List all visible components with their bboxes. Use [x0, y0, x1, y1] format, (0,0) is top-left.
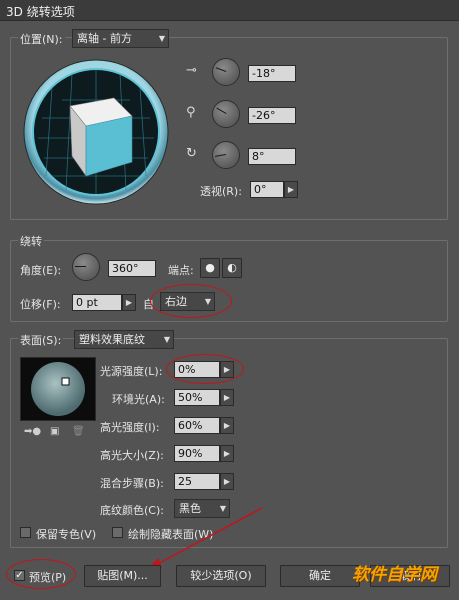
- highlight-size-arrow-button[interactable]: ▶: [220, 445, 234, 462]
- cap-off-button[interactable]: ◐: [222, 258, 242, 278]
- track-cube[interactable]: [22, 58, 170, 206]
- perspective-arrow-button[interactable]: ▶: [284, 181, 298, 198]
- delete-light-icon[interactable]: 🗑: [72, 426, 85, 437]
- highlight-intensity-arrow-button[interactable]: ▶: [220, 417, 234, 434]
- surface-preset-dropdown[interactable]: 塑料效果底纹 ▼: [74, 330, 174, 349]
- x-axis-rotate-icon: ⊸: [186, 63, 197, 78]
- blend-steps-field[interactable]: 25: [174, 473, 220, 490]
- z-axis-rotate-icon: ↻: [186, 146, 197, 161]
- offset-arrow-button[interactable]: ▶: [122, 294, 136, 311]
- watermark: 软件自学网: [352, 565, 437, 585]
- fewer-options-button[interactable]: 较少选项(O): [176, 565, 266, 587]
- offset-field[interactable]: 0 pt: [72, 294, 122, 311]
- z-rotation-field[interactable]: 8°: [248, 148, 296, 165]
- map-art-button[interactable]: 贴图(M)...: [84, 565, 161, 587]
- x-rotation-dial[interactable]: [212, 58, 240, 86]
- move-light-back-icon[interactable]: ➡●: [24, 426, 41, 437]
- light-intensity-annotation-circle: [166, 354, 244, 384]
- preserve-spot-label: 保留专色(V): [36, 528, 97, 541]
- chevron-down-icon: ▼: [158, 34, 165, 43]
- ambient-label: 环境光(A):: [112, 393, 165, 406]
- chevron-down-icon: ▼: [163, 335, 170, 344]
- preview-annotation-circle: [6, 559, 76, 589]
- blend-steps-arrow-button[interactable]: ▶: [220, 473, 234, 490]
- title-bar: 3D 绕转选项: [0, 0, 459, 21]
- from-annotation-circle: [150, 284, 232, 318]
- y-rotation-dial[interactable]: [212, 100, 240, 128]
- position-preset-value: 离轴 - 前方: [77, 32, 132, 45]
- highlight-size-field[interactable]: 90%: [174, 445, 220, 462]
- lighting-sphere[interactable]: [20, 357, 96, 421]
- draw-hidden-checkbox[interactable]: [112, 527, 123, 538]
- position-label: 位置(N):: [18, 31, 65, 47]
- x-rotation-field[interactable]: -18°: [248, 65, 296, 82]
- surface-preset-value: 塑料效果底纹: [79, 333, 145, 346]
- highlight-intensity-label: 高光强度(I):: [100, 421, 160, 434]
- preserve-spot-checkbox[interactable]: [20, 527, 31, 538]
- angle-field[interactable]: 360°: [108, 260, 156, 277]
- new-light-icon[interactable]: ▣: [50, 426, 59, 437]
- highlight-size-label: 高光大小(Z):: [100, 449, 164, 462]
- window-title: 3D 绕转选项: [6, 5, 75, 19]
- highlight-intensity-field[interactable]: 60%: [174, 417, 220, 434]
- angle-dial[interactable]: [72, 253, 100, 281]
- light-intensity-label: 光源强度(L):: [100, 365, 163, 378]
- ambient-field[interactable]: 50%: [174, 389, 220, 406]
- surface-label: 表面(S):: [18, 332, 64, 348]
- z-rotation-dial[interactable]: [212, 141, 240, 169]
- cap-label: 端点:: [168, 264, 194, 277]
- perspective-field[interactable]: 0°: [250, 181, 284, 198]
- position-preset-dropdown[interactable]: 离轴 - 前方 ▼: [72, 29, 169, 48]
- y-axis-rotate-icon: ⚲: [186, 105, 196, 120]
- ambient-arrow-button[interactable]: ▶: [220, 389, 234, 406]
- y-rotation-field[interactable]: -26°: [248, 107, 296, 124]
- revolve-group-label: 绕转: [18, 233, 44, 249]
- perspective-label: 透视(R):: [200, 185, 242, 198]
- offset-label: 位移(F):: [20, 298, 61, 311]
- angle-label: 角度(E):: [20, 264, 62, 277]
- ok-button[interactable]: 确定: [280, 565, 360, 587]
- cap-on-button[interactable]: ●: [200, 258, 220, 278]
- blend-steps-label: 混合步骤(B):: [100, 477, 164, 490]
